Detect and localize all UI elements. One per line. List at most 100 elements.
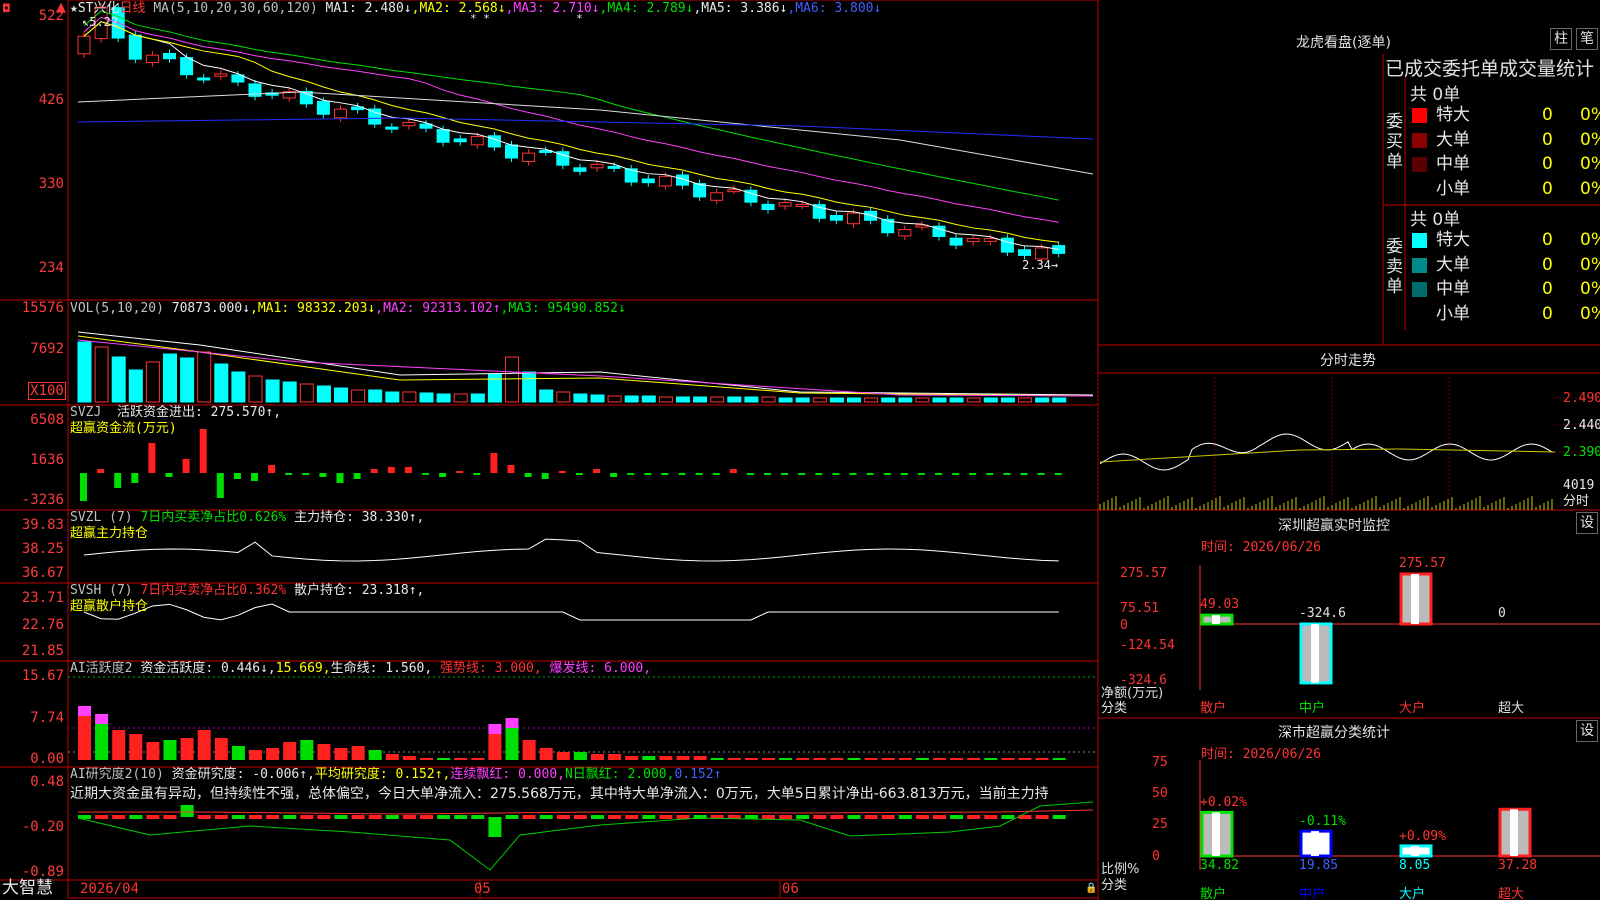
fund-flow-bar bbox=[541, 473, 549, 479]
activity-bar bbox=[197, 730, 211, 760]
fund-flow-bar bbox=[969, 473, 977, 475]
candle-body bbox=[180, 57, 194, 76]
volume-bar bbox=[864, 397, 879, 403]
research-bar bbox=[864, 815, 878, 819]
research-bar bbox=[129, 815, 143, 819]
volume-bar bbox=[470, 393, 485, 403]
event-markers[interactable]: * * * bbox=[470, 11, 583, 27]
classify-axis-label: 25 bbox=[1152, 817, 1168, 832]
classify-change-label: +0.02% bbox=[1200, 795, 1247, 811]
volume-bar bbox=[248, 375, 263, 403]
volume-bar bbox=[231, 371, 246, 403]
vol-ma2 bbox=[77, 335, 1094, 397]
research-bar bbox=[915, 815, 929, 819]
legend-swatch bbox=[1412, 108, 1427, 123]
tick-view-button[interactable]: 笔 bbox=[1576, 28, 1598, 50]
volume-bar bbox=[436, 393, 451, 403]
activity-bar bbox=[796, 758, 810, 760]
volume-bar bbox=[351, 389, 366, 403]
monitor-settings-button[interactable]: 设 bbox=[1576, 512, 1598, 534]
activity-bar bbox=[402, 756, 416, 760]
chart-canvas[interactable] bbox=[0, 0, 1600, 900]
research-bar bbox=[591, 815, 604, 819]
price-axis-label: 330 bbox=[38, 176, 64, 192]
fund-flow-bar bbox=[935, 473, 942, 475]
activity-bar bbox=[505, 728, 519, 760]
research-bar bbox=[573, 815, 587, 819]
legend-swatch bbox=[1412, 132, 1427, 148]
activity-bar bbox=[231, 746, 245, 760]
research-bar bbox=[625, 815, 639, 819]
volume-bar bbox=[573, 393, 588, 403]
volume-bar bbox=[727, 396, 742, 403]
stat-label: 大单 bbox=[1436, 129, 1470, 150]
activity-bar bbox=[334, 748, 348, 760]
research-bar bbox=[283, 815, 297, 819]
activity-bar bbox=[984, 758, 998, 760]
research-bar bbox=[796, 815, 810, 819]
svzj-axis-label: -3236 bbox=[21, 492, 64, 508]
stat-row: 特大 0 0% bbox=[1412, 228, 1600, 252]
volume-bars bbox=[77, 331, 1094, 403]
stat-percent: 0% bbox=[1580, 230, 1600, 250]
classify-bar-highlight bbox=[1510, 809, 1518, 856]
monitor-category-label: 散户 bbox=[1200, 701, 1227, 716]
fund-flow-bar bbox=[610, 473, 618, 477]
fund-flow-bar bbox=[695, 473, 703, 475]
period-label[interactable]: 日线 bbox=[119, 1, 145, 16]
intraday-axis-label: 分时 bbox=[1563, 494, 1590, 509]
activity-bar bbox=[78, 716, 91, 760]
activity-bar bbox=[727, 758, 741, 760]
ai-active-header: AI活跃度2 资金活跃度: 0.446↓,15.669,生命线: 1.560, … bbox=[70, 661, 652, 676]
candle-body bbox=[197, 77, 211, 81]
activity-bar bbox=[573, 752, 587, 760]
column-view-button[interactable]: 柱 bbox=[1550, 28, 1572, 50]
classify-bar-highlight bbox=[1411, 845, 1419, 856]
activity-bar bbox=[249, 750, 262, 760]
candle-body bbox=[368, 108, 382, 125]
research-bar bbox=[249, 815, 262, 819]
stat-row: 中单 0 0% bbox=[1412, 152, 1600, 176]
vol-header: VOL(5,10,20) 70873.000↓,MA1: 98332.203↓,… bbox=[70, 301, 626, 316]
research-bar bbox=[744, 815, 758, 819]
classify-category-label: 中户 bbox=[1299, 887, 1326, 900]
classify-axis-label: 0 bbox=[1152, 849, 1160, 864]
fund-flow-bar bbox=[644, 473, 652, 475]
fund-flow-bar bbox=[233, 473, 241, 479]
fund-flow-bar bbox=[473, 473, 481, 475]
fund-flow-bar bbox=[1003, 473, 1011, 475]
activity-bar bbox=[967, 758, 981, 760]
volume-bar bbox=[128, 369, 143, 403]
fund-flow-bar bbox=[524, 473, 532, 477]
fund-flow-bar bbox=[490, 453, 498, 473]
fund-flow-bar bbox=[131, 473, 139, 483]
ai-active-axis-label: 15.67 bbox=[21, 668, 64, 684]
monitor-category-label: 超大 bbox=[1498, 701, 1525, 716]
stat-row: 小单 0 0% bbox=[1412, 302, 1600, 326]
volume-bar bbox=[898, 397, 913, 403]
research-bar bbox=[847, 815, 861, 819]
fund-flow-bar bbox=[251, 473, 258, 481]
volume-bar bbox=[1052, 397, 1067, 403]
fund-flow-bar bbox=[712, 473, 720, 475]
activity-bar bbox=[454, 758, 468, 760]
activity-bar bbox=[112, 730, 126, 760]
retail-line bbox=[83, 603, 1059, 621]
research-bar bbox=[420, 815, 433, 819]
stat-percent: 0% bbox=[1580, 178, 1600, 199]
svsh-axis-label: 23.71 bbox=[21, 590, 64, 606]
classify-settings-button[interactable]: 设 bbox=[1576, 720, 1598, 742]
research-bar bbox=[608, 815, 622, 819]
volume-bar bbox=[522, 371, 537, 403]
candle-body bbox=[1000, 237, 1014, 253]
volume-bar bbox=[1018, 397, 1032, 403]
activity-bar bbox=[625, 756, 639, 760]
fund-flow-bar bbox=[1054, 473, 1062, 475]
fund-flow-bar bbox=[387, 467, 395, 473]
activity-bar bbox=[95, 724, 109, 760]
research-bar bbox=[351, 815, 365, 819]
activity-bar bbox=[659, 756, 673, 760]
stat-label: 中单 bbox=[1436, 154, 1470, 174]
volume-bar bbox=[487, 373, 502, 403]
lock-icon[interactable]: 🔒 bbox=[1085, 883, 1097, 894]
